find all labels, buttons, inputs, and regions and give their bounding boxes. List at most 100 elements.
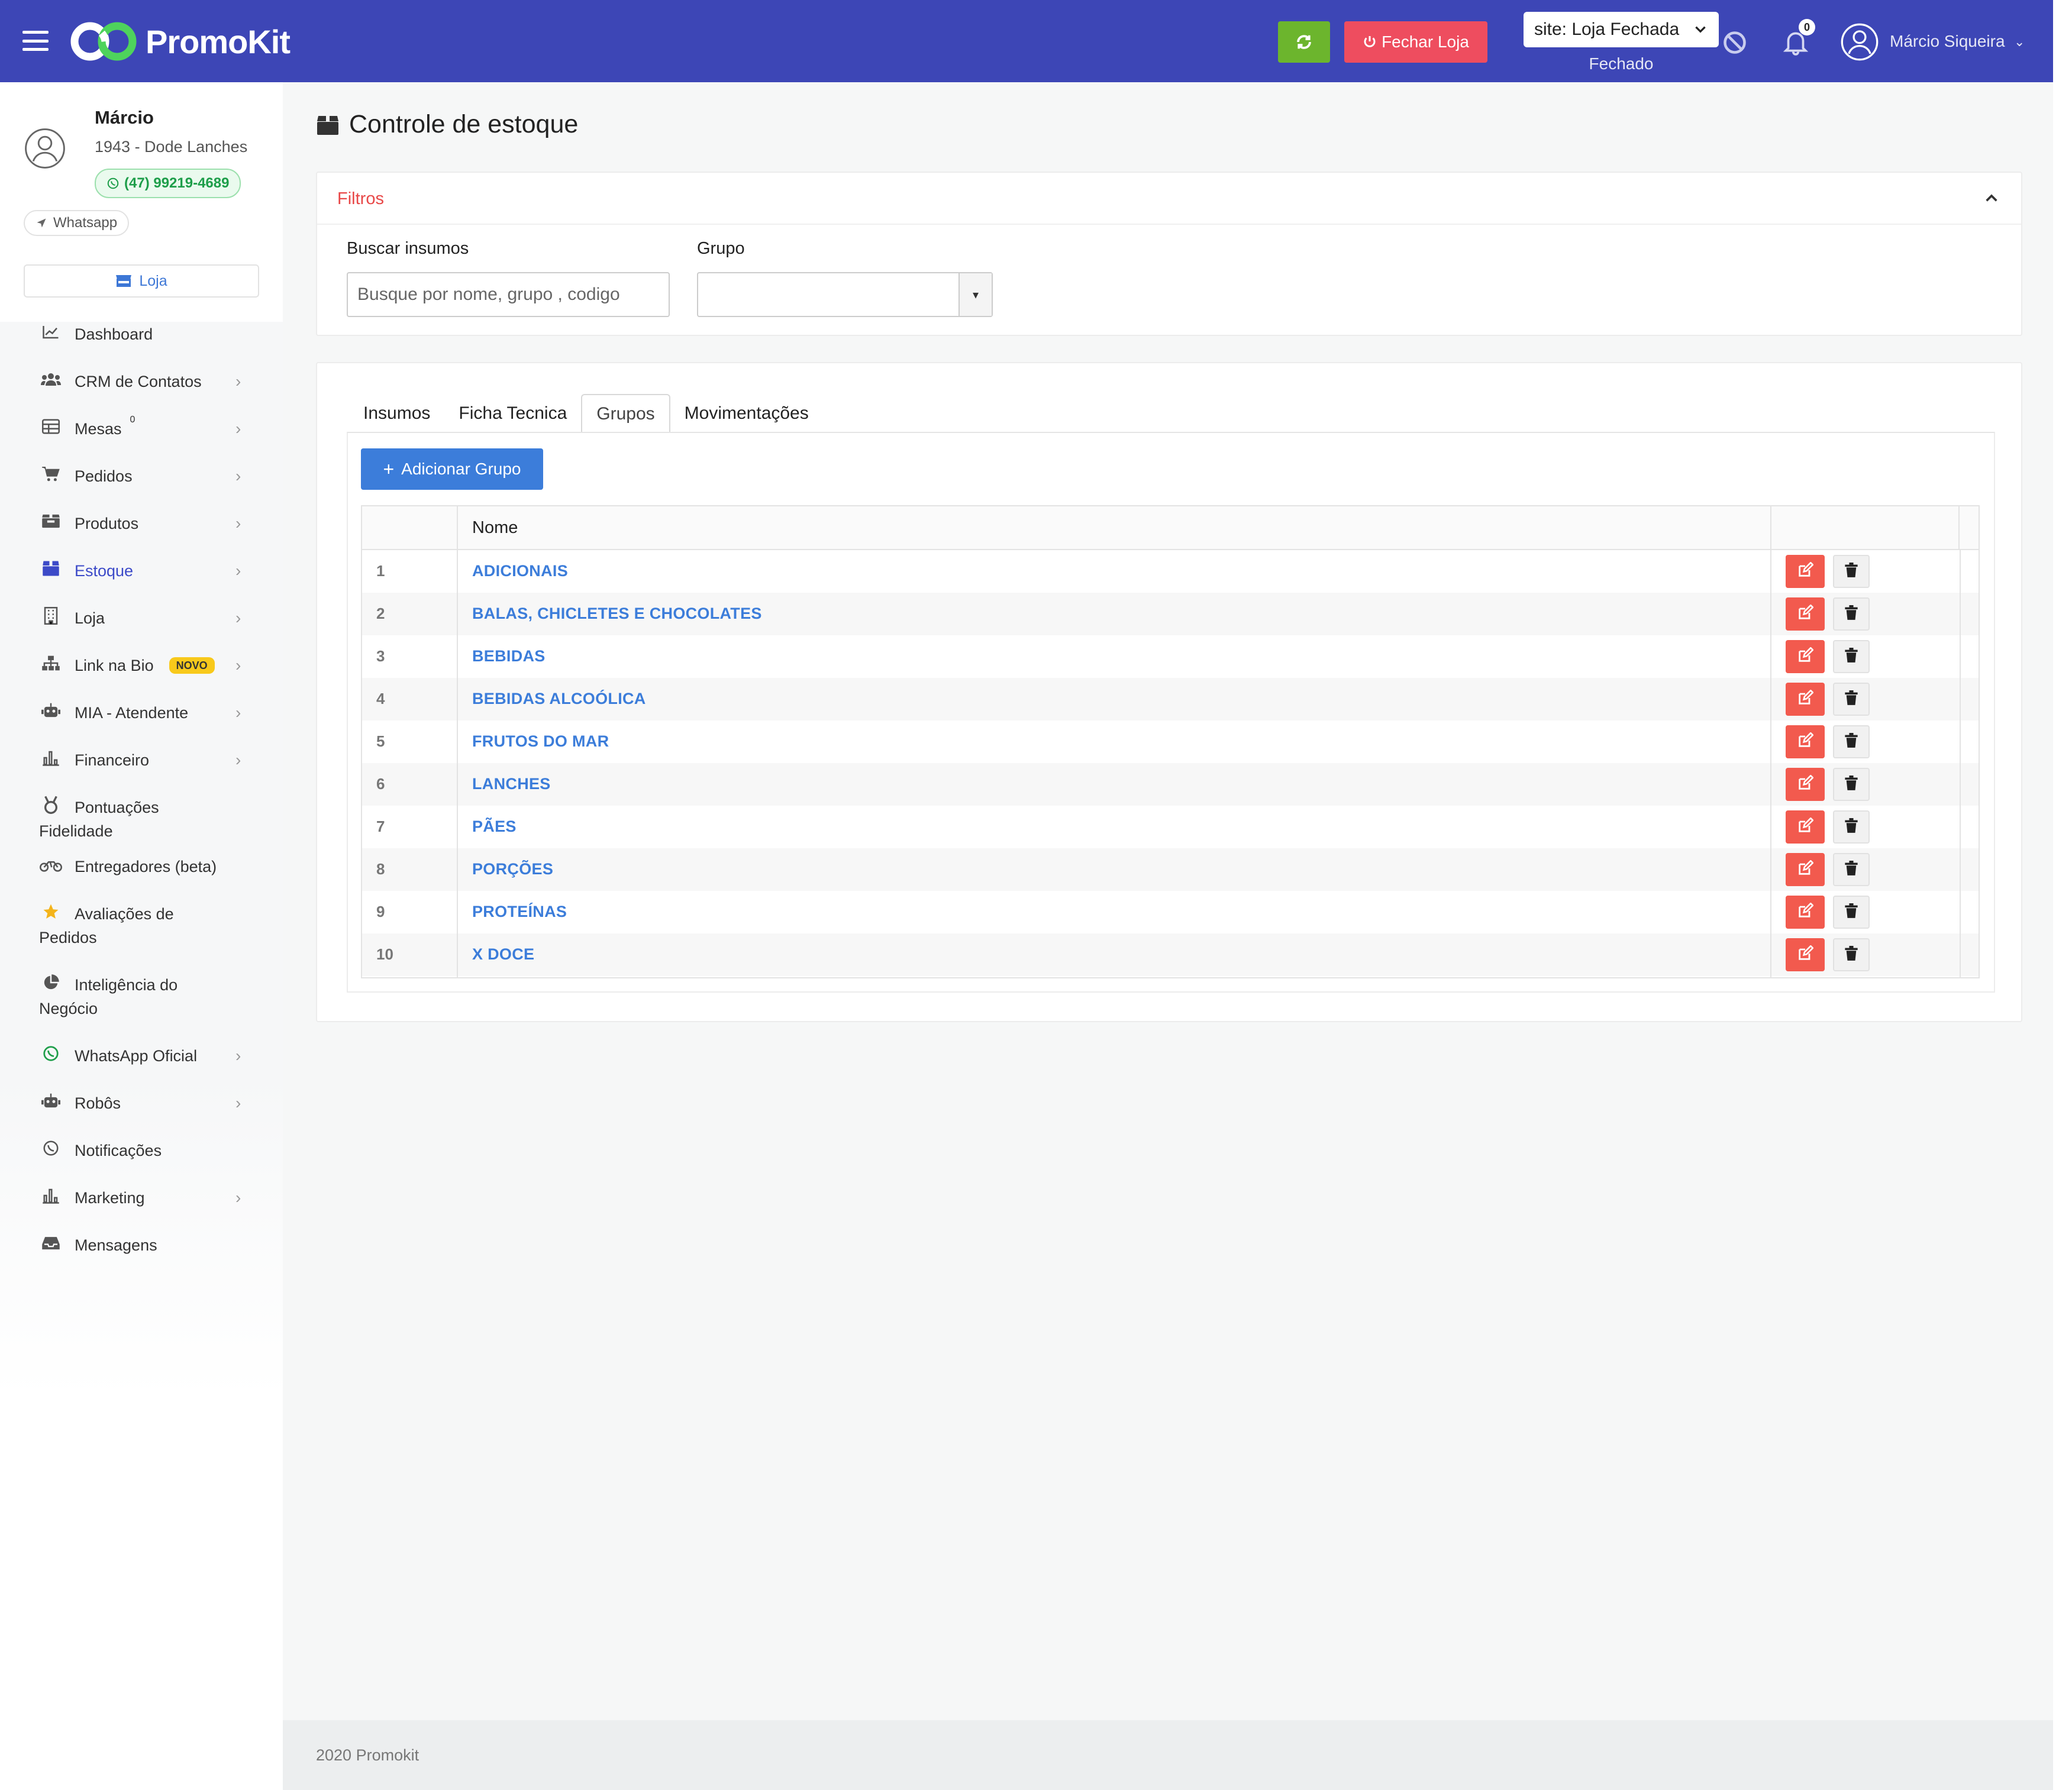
edit-button[interactable] [1786, 768, 1825, 801]
delete-button[interactable] [1833, 810, 1870, 844]
sidebar-item-rob-s[interactable]: Robôs › [0, 1091, 283, 1115]
chevron-right-icon[interactable]: › [235, 609, 241, 628]
edit-button[interactable] [1786, 896, 1825, 929]
group-name-link[interactable]: BEBIDAS [472, 647, 546, 665]
tab-insumos[interactable]: Insumos [349, 394, 444, 433]
group-select[interactable]: ▾ [697, 272, 993, 317]
store-icon [116, 275, 132, 287]
edit-button[interactable] [1786, 640, 1825, 673]
chevron-right-icon[interactable]: › [235, 561, 241, 580]
promokit-logo[interactable]: PromoKit [69, 18, 291, 65]
user-name[interactable]: Márcio Siqueira [1890, 32, 2005, 51]
sidebar-item-label: Produtos [75, 515, 139, 532]
sidebar-item-label-line2: Pedidos [39, 929, 97, 946]
sidebar-item-produtos[interactable]: Produtos › [0, 512, 283, 535]
edit-button[interactable] [1786, 725, 1825, 758]
site-status-select[interactable]: site: Loja Fechada [1524, 12, 1719, 47]
chevron-right-icon[interactable]: › [235, 656, 241, 675]
dropdown-caret-icon[interactable]: ▾ [958, 273, 992, 316]
delete-button[interactable] [1833, 938, 1870, 971]
sidebar-item-label: WhatsApp Oficial [75, 1047, 198, 1065]
group-name-link[interactable]: PORÇÕES [472, 860, 553, 878]
sidebar-item-mensagens[interactable]: Mensagens [0, 1233, 283, 1257]
group-name-link[interactable]: X DOCE [472, 945, 534, 964]
edit-button[interactable] [1786, 853, 1825, 886]
search-input[interactable]: Busque por nome, grupo , codigo [347, 272, 670, 317]
chevron-up-icon[interactable] [1980, 187, 2003, 211]
ban-icon[interactable] [1722, 30, 1748, 56]
edit-button[interactable] [1786, 555, 1825, 588]
user-caret-icon[interactable]: ⌄ [2014, 34, 2025, 50]
hamburger-menu-icon[interactable] [22, 31, 49, 51]
chart-line-icon [39, 322, 63, 341]
sidebar-item-crm-de-contatos[interactable]: CRM de Contatos › [0, 370, 283, 393]
chevron-right-icon[interactable]: › [235, 1094, 241, 1113]
edit-button[interactable] [1786, 810, 1825, 844]
chevron-right-icon[interactable]: › [235, 514, 241, 533]
sidebar-item-mesas[interactable]: Mesas 0 › [0, 415, 283, 441]
sidebar-item-whatsapp-oficial[interactable]: WhatsApp Oficial › [0, 1044, 283, 1068]
chevron-right-icon[interactable]: › [235, 419, 241, 438]
scrollbar-track[interactable] [2053, 0, 2072, 1790]
close-store-button[interactable]: Fechar Loja [1344, 21, 1487, 63]
tab-movimenta-es[interactable]: Movimentações [670, 394, 823, 433]
table-header: Nome [362, 506, 1979, 550]
group-name-link[interactable]: ADICIONAIS [472, 562, 568, 580]
sidebar-item-marketing[interactable]: Marketing › [0, 1186, 283, 1210]
profile-phone-badge[interactable]: (47) 99219-4689 [95, 169, 241, 198]
site-select-value: site: Loja Fechada [1534, 20, 1680, 39]
group-name-link[interactable]: FRUTOS DO MAR [472, 732, 609, 751]
chevron-right-icon[interactable]: › [235, 1046, 241, 1065]
delete-button[interactable] [1833, 768, 1870, 801]
delete-button[interactable] [1833, 896, 1870, 929]
sidebar-item-notifica-es[interactable]: Notificações [0, 1139, 283, 1162]
store-button[interactable]: Loja [24, 264, 259, 298]
sidebar-item-label-line1: Pontuações [75, 799, 159, 816]
delete-button[interactable] [1833, 597, 1870, 631]
group-label: Grupo [697, 239, 745, 258]
refresh-button[interactable] [1278, 21, 1330, 63]
sidebar-item-avalia-es-de[interactable]: Avaliações de Pedidos [0, 902, 283, 949]
sidebar-item-dashboard[interactable]: Dashboard [0, 322, 283, 346]
whatsapp-button[interactable]: Whatsapp [24, 210, 130, 236]
trash-icon [1844, 775, 1858, 794]
sitemap-icon [39, 654, 63, 673]
sidebar-item-estoque[interactable]: Estoque › [0, 559, 283, 583]
sidebar-item-entregadores-beta[interactable]: Entregadores (beta) [0, 855, 283, 878]
sidebar-item-intelig-ncia-do[interactable]: Inteligência do Negócio [0, 973, 283, 1020]
sidebar-item-pontua-es[interactable]: Pontuações Fidelidade [0, 796, 283, 843]
delete-button[interactable] [1833, 555, 1870, 588]
chevron-right-icon[interactable]: › [235, 751, 241, 770]
chevron-right-icon[interactable]: › [235, 1188, 241, 1207]
column-header-name[interactable]: Nome [472, 518, 518, 538]
tab-ficha-tecnica[interactable]: Ficha Tecnica [444, 394, 581, 433]
sidebar-item-mia-atendente[interactable]: MIA - Atendente › [0, 701, 283, 725]
sidebar-item-loja[interactable]: Loja › [0, 606, 283, 630]
chevron-right-icon[interactable]: › [235, 467, 241, 486]
table-row: 7 PÃES [362, 806, 1979, 848]
chevron-right-icon[interactable]: › [235, 703, 241, 722]
group-name-link[interactable]: PÃES [472, 818, 517, 836]
trash-icon [1844, 647, 1858, 666]
sidebar-item-pedidos[interactable]: Pedidos › [0, 464, 283, 488]
groups-table: Nome 1 ADICIONAIS 2 BALAS, CHICLETES E CHOC… [361, 505, 1980, 978]
delete-button[interactable] [1833, 725, 1870, 758]
group-name-link[interactable]: BALAS, CHICLETES E CHOCOLATES [472, 605, 762, 623]
delete-button[interactable] [1833, 683, 1870, 716]
sidebar-item-link-na-bio[interactable]: Link na Bio NOVO › [0, 654, 283, 677]
add-group-button[interactable]: + Adicionar Grupo [361, 448, 543, 490]
tab-grupos[interactable]: Grupos [581, 394, 670, 433]
chevron-right-icon[interactable]: › [235, 372, 241, 391]
edit-button[interactable] [1786, 597, 1825, 631]
row-number: 10 [376, 945, 393, 963]
edit-button[interactable] [1786, 938, 1825, 971]
user-avatar-icon[interactable] [1840, 22, 1879, 62]
group-name-link[interactable]: LANCHES [472, 775, 551, 793]
delete-button[interactable] [1833, 640, 1870, 673]
group-name-link[interactable]: BEBIDAS ALCOÓLICA [472, 690, 646, 708]
edit-button[interactable] [1786, 683, 1825, 716]
group-name-link[interactable]: PROTEÍNAS [472, 903, 567, 921]
filters-header[interactable]: Filtros [317, 173, 2021, 225]
delete-button[interactable] [1833, 853, 1870, 886]
sidebar-item-financeiro[interactable]: Financeiro › [0, 748, 283, 772]
